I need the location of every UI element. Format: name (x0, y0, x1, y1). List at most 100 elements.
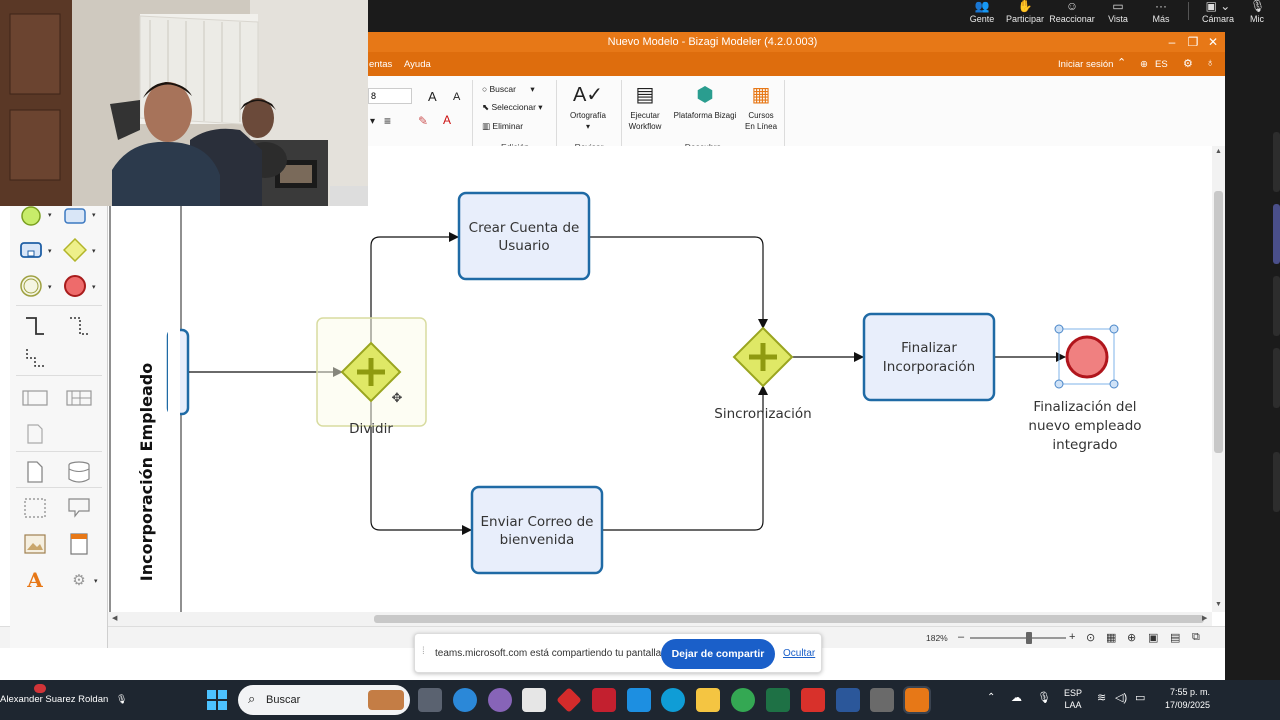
menu-herramientas[interactable]: entas (369, 59, 392, 70)
seleccionar-button[interactable]: ⬉ Seleccionar ▾ (482, 102, 543, 113)
font-color-icon[interactable]: A (443, 113, 451, 127)
pool-shape[interactable] (22, 385, 48, 411)
chrome-icon[interactable] (731, 688, 755, 712)
menu-ayuda[interactable]: Ayuda (404, 59, 431, 70)
task-shape[interactable] (62, 203, 88, 229)
language-selector[interactable]: ES (1155, 59, 1168, 70)
data-store-shape[interactable] (66, 459, 92, 485)
scroll-down-icon[interactable]: ▼ (1215, 601, 1222, 608)
lightbulb-icon[interactable]: ♁ (1206, 57, 1214, 69)
shrink-font-icon[interactable]: A (453, 91, 460, 103)
plataforma-bizagi-button[interactable]: ⬢ Plataforma Bizagi (668, 80, 742, 121)
text-shape[interactable]: A (22, 567, 48, 593)
ejecutar-workflow-button[interactable]: ▤ Ejecutar Workflow (618, 80, 672, 132)
camera-button[interactable]: ▣ ⌄ Cámara (1191, 0, 1245, 28)
close-button[interactable]: ✕ (1202, 33, 1224, 51)
tray-chevron-icon[interactable]: ⌃ (987, 692, 995, 703)
start-event-shape[interactable] (18, 203, 44, 229)
print-icon[interactable]: ▤ (1170, 631, 1180, 644)
battery-icon[interactable]: ▭ (1135, 691, 1145, 704)
association-shape[interactable] (66, 313, 92, 339)
lane-shape[interactable] (66, 385, 92, 411)
volume-icon[interactable]: ◁) (1115, 691, 1127, 704)
edge-icon[interactable] (661, 688, 685, 712)
scroll-thumb[interactable] (374, 615, 1204, 623)
grid-icon[interactable]: ▦ (1106, 631, 1116, 644)
vertical-scrollbar[interactable]: ▲ ▼ (1212, 146, 1225, 612)
mcafee-icon[interactable] (592, 688, 616, 712)
raise-hand-button[interactable]: ✋ Participar (998, 0, 1052, 28)
app-window-icon[interactable] (870, 688, 894, 712)
overview-icon[interactable]: ▣ (1148, 631, 1158, 644)
acrobat-icon[interactable] (801, 688, 825, 712)
magnify-icon[interactable]: ⊕ (1127, 631, 1136, 644)
data-object-shape[interactable] (22, 459, 48, 485)
scroll-thumb[interactable] (1214, 191, 1223, 453)
formula-shape[interactable]: ⚙ (66, 567, 92, 593)
caret-icon[interactable]: ▾ (92, 247, 96, 255)
copilot-icon[interactable] (453, 688, 477, 712)
login-link[interactable]: Iniciar sesión (1058, 59, 1113, 70)
scroll-right-icon[interactable]: ▶ (1202, 614, 1207, 622)
gateway-shape[interactable] (62, 237, 88, 263)
ortografia-button[interactable]: A✓ Ortografía ▾ (561, 80, 615, 132)
subprocess-shape[interactable] (18, 237, 44, 263)
scroll-up-icon[interactable]: ▲ (1215, 148, 1222, 155)
word-icon[interactable] (836, 688, 860, 712)
group-shape[interactable] (22, 495, 48, 521)
zoom-out-icon[interactable]: – (958, 631, 964, 643)
caret-icon[interactable]: ▾ (48, 283, 52, 291)
buscar-button[interactable]: ○ Buscar ▾ (482, 84, 535, 95)
end-event-shape[interactable] (62, 273, 88, 299)
task-enviar-correo[interactable]: Enviar Correo de bienvenida (470, 485, 604, 575)
excel-icon[interactable] (766, 688, 790, 712)
restore-button[interactable]: ❐ (1182, 33, 1204, 51)
scroll-left-icon[interactable]: ◀ (112, 614, 117, 622)
taskbar-search[interactable]: ⌕ Buscar (238, 685, 410, 715)
task-crear-cuenta[interactable]: Crear Cuenta de Usuario (457, 191, 591, 281)
zoom-slider[interactable] (970, 637, 1066, 639)
network-tray-icon[interactable]: ☁ (1011, 691, 1022, 704)
drag-handle-icon[interactable]: ⁞ (422, 646, 425, 657)
horizontal-scrollbar[interactable]: ◀ ▶ (108, 612, 1212, 626)
paint-icon[interactable]: ✎ (418, 114, 428, 128)
system-clock[interactable]: 7:55 p. m. 17/09/2025 (1150, 686, 1210, 712)
stop-sharing-button[interactable]: Dejar de compartir (661, 639, 775, 669)
milestone-shape[interactable] (22, 421, 48, 447)
app-diamond-icon[interactable] (556, 687, 582, 713)
wifi-icon[interactable]: ≋ (1097, 691, 1106, 704)
windows-start-icon[interactable] (207, 690, 227, 710)
font-size-field[interactable]: 8 (368, 88, 412, 104)
align-icon[interactable]: ≡ (384, 114, 391, 128)
annotation-shape[interactable] (66, 495, 92, 521)
teams-chat-icon[interactable] (488, 688, 512, 712)
task-view-icon[interactable] (418, 688, 442, 712)
caret-icon[interactable]: ▾ (92, 211, 96, 219)
zoom-in-icon[interactable]: + (1069, 631, 1075, 643)
minimize-button[interactable]: – (1161, 33, 1183, 51)
more-button[interactable]: ··· Más (1134, 0, 1188, 28)
header-shape[interactable] (66, 531, 92, 557)
parallel-gateway-join[interactable] (732, 326, 794, 388)
intermediate-event-shape[interactable] (18, 273, 44, 299)
bizagi-taskbar-icon[interactable] (903, 686, 931, 714)
mic-button[interactable]: 🎙 Mic (1250, 0, 1280, 28)
gear-icon[interactable]: ⚙ (1183, 57, 1193, 70)
collapse-ribbon-icon[interactable]: ⌃ (1117, 56, 1126, 69)
mic-tray-icon[interactable]: 🎙 (1037, 691, 1051, 704)
input-language[interactable]: ESP LAA (1064, 687, 1082, 711)
flow-crear-to-join[interactable] (590, 236, 768, 329)
caret-icon[interactable]: ▾ (92, 283, 96, 291)
fit-icon[interactable]: ⊙ (1086, 631, 1095, 644)
file-explorer-icon[interactable] (696, 688, 720, 712)
fullscreen-icon[interactable]: ⧉ (1192, 631, 1200, 644)
sequence-flow-shape[interactable] (22, 313, 48, 339)
task-finalizar-incorporacion[interactable]: Finalizar Incorporación (862, 312, 996, 402)
message-flow-shape[interactable] (22, 345, 48, 371)
grow-font-icon[interactable]: A (428, 89, 437, 104)
caret-icon[interactable]: ▾ (48, 247, 52, 255)
store-icon[interactable] (522, 688, 546, 712)
mail-icon[interactable] (627, 688, 651, 712)
cursos-en-linea-button[interactable]: ▦ Cursos En Línea (734, 80, 788, 132)
eliminar-button[interactable]: ▥ Eliminar (482, 121, 523, 132)
